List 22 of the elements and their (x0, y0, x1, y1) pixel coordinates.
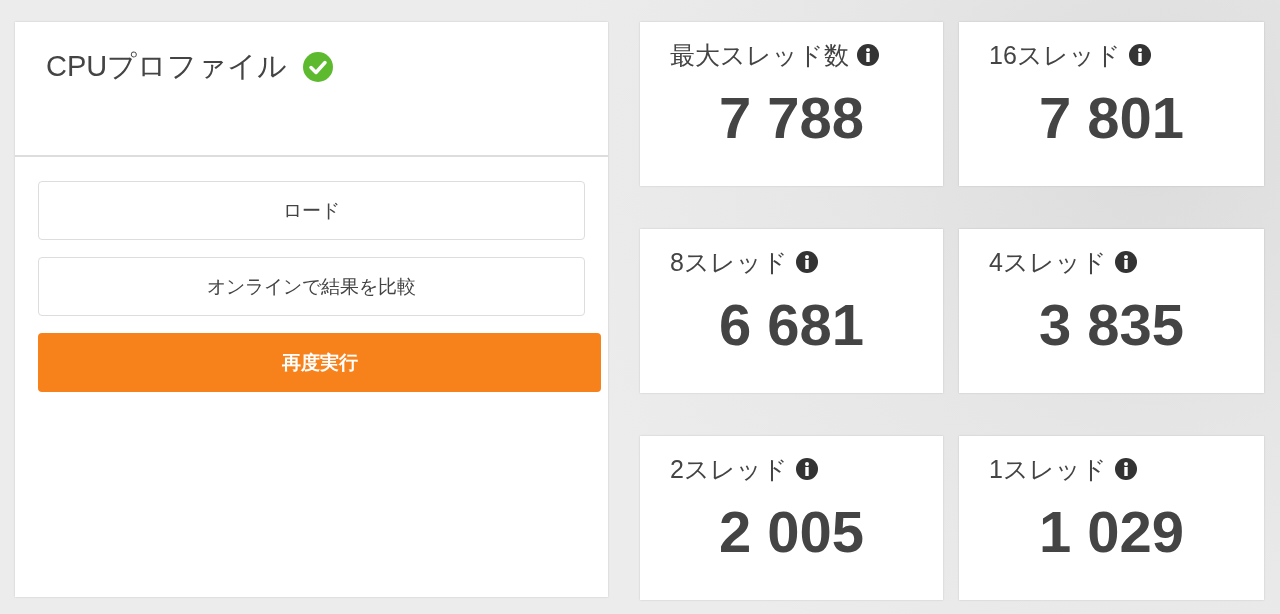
info-icon[interactable] (1128, 44, 1151, 66)
action-button[interactable]: オンラインで結果を比較 (38, 257, 585, 316)
score-label: 4スレッド (989, 246, 1107, 278)
info-icon[interactable] (795, 251, 818, 273)
card-title: CPUプロファイル (46, 49, 288, 84)
score-value: 7 801 (1037, 86, 1186, 150)
score-value: 7 788 (717, 86, 866, 150)
score-value: 2 005 (717, 500, 866, 564)
score-label: 最大スレッド数 (670, 39, 849, 71)
check-icon (303, 52, 334, 82)
score-value: 1 029 (1037, 500, 1186, 564)
info-icon[interactable] (1114, 251, 1137, 273)
info-icon[interactable] (857, 44, 879, 66)
score-label: 2スレッド (670, 453, 788, 485)
score-label: 16スレッド (989, 39, 1121, 71)
score-label: 8スレッド (670, 246, 788, 278)
action-button[interactable]: ロード (38, 181, 585, 240)
info-icon[interactable] (795, 458, 818, 480)
score-value: 6 681 (717, 293, 866, 357)
score-label: 1スレッド (989, 453, 1107, 485)
info-icon[interactable] (1114, 458, 1137, 480)
score-value: 3 835 (1037, 293, 1186, 357)
